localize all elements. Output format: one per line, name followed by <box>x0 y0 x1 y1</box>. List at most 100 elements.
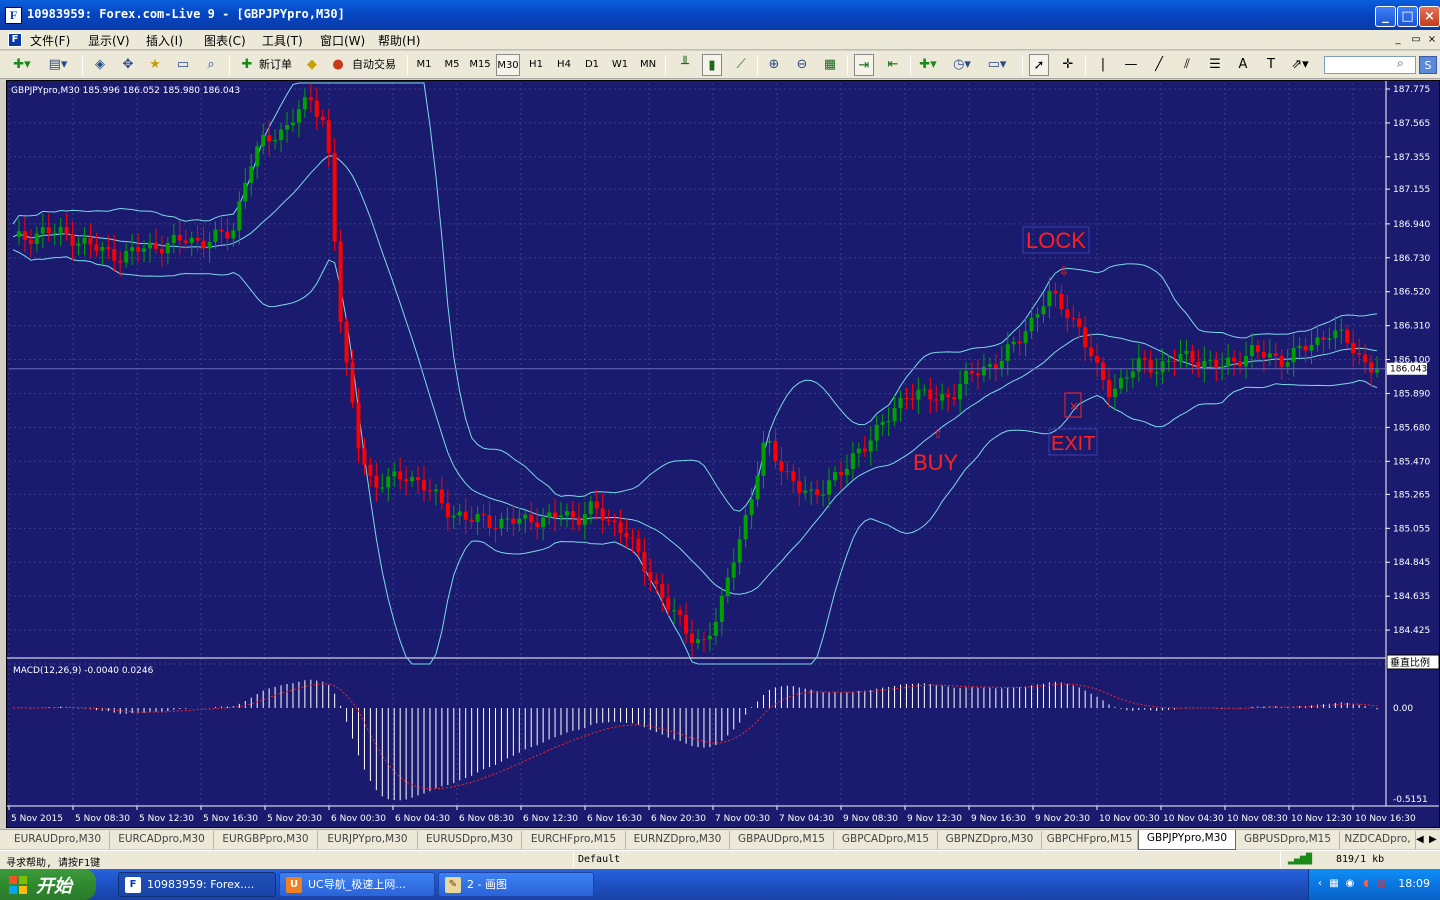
new-order-icon[interactable]: ✚ <box>237 54 257 76</box>
strategy-tester-icon[interactable]: ⌕ <box>201 54 221 76</box>
chart-window[interactable]: 187.775 187.565 187.355 187.155 186.940 186.7… <box>6 80 1440 828</box>
symbol-tab[interactable]: EURCHFpro,M15 <box>522 831 626 849</box>
menu-window[interactable]: 窗口(W) <box>320 32 365 49</box>
candle-body <box>797 480 802 493</box>
mdi-restore-button[interactable]: ▭ <box>1408 33 1424 47</box>
arrows-icon[interactable]: ⇗▾ <box>1290 54 1310 76</box>
notification-icon[interactable]: S <box>1419 56 1437 74</box>
timeframe-d1[interactable]: D1 <box>580 54 604 76</box>
candle-body <box>731 562 736 578</box>
tab-scroll-left-icon[interactable]: ◀ <box>1416 834 1424 845</box>
cursor-icon[interactable]: ➚ <box>1029 54 1049 76</box>
templates-icon[interactable]: ▭▾ <box>987 54 1007 76</box>
candle-body <box>136 247 141 252</box>
symbol-tab[interactable]: GBPCHFpro,M15 <box>1042 831 1138 849</box>
menu-tools[interactable]: 工具(T) <box>262 32 303 49</box>
navigator-icon[interactable]: ★ <box>145 54 165 76</box>
candle-body <box>1107 380 1111 398</box>
candle-body <box>791 471 796 481</box>
symbol-tab[interactable]: EURUSDpro,M30 <box>418 831 522 849</box>
timeframe-w1[interactable]: W1 <box>608 54 632 76</box>
symbol-tab[interactable]: EURJPYpro,M30 <box>318 831 418 849</box>
task-metatrader[interactable]: F 10983959: Forex.... <box>118 872 276 897</box>
start-button[interactable]: 开始 <box>0 869 96 900</box>
tab-scroll-right-icon[interactable]: ▶ <box>1429 834 1437 845</box>
windows-taskbar: 开始 F 10983959: Forex.... U UC导航_极速上网... … <box>0 869 1440 900</box>
symbol-tab[interactable]: GBPJPYpro,M30 <box>1138 830 1236 850</box>
network-icon[interactable]: ◉ <box>1343 877 1357 891</box>
chart-canvas[interactable]: 187.775 187.565 187.355 187.155 186.940 186.7… <box>7 81 1439 827</box>
symbol-tab[interactable]: GBPNZDpro,M30 <box>938 831 1042 849</box>
menu-view[interactable]: 显示(V) <box>88 32 130 49</box>
timeframe-m5[interactable]: M5 <box>440 54 464 76</box>
minimize-button[interactable]: _ <box>1375 6 1396 27</box>
equidistant-channel-icon[interactable]: ⫽ <box>1177 54 1197 76</box>
market-watch-icon[interactable]: ◈ <box>90 54 110 76</box>
timeframe-h1[interactable]: H1 <box>524 54 548 76</box>
candle-body <box>1172 360 1177 362</box>
menu-file[interactable]: 文件(F) <box>30 32 70 49</box>
symbol-tab[interactable]: EURCADpro,M30 <box>110 831 214 849</box>
data-window-icon[interactable]: ✥ <box>118 54 138 76</box>
new-chart-icon[interactable]: ✚▾ <box>12 54 32 76</box>
timeframe-mn[interactable]: MN <box>636 54 660 76</box>
auto-trading-button[interactable]: 自动交易 <box>352 54 396 76</box>
search-icon[interactable]: ⌕ <box>1397 56 1404 71</box>
window-titlebar[interactable]: F 10983959: Forex.com-Live 9 - [GBPJPYpr… <box>0 0 1440 30</box>
tray-expand-icon[interactable]: ‹ <box>1313 877 1327 891</box>
keyboard-icon[interactable]: ▦ <box>1327 877 1341 891</box>
timeframe-m1[interactable]: M1 <box>412 54 436 76</box>
horizontal-line-icon[interactable]: — <box>1121 54 1141 76</box>
trendline-icon[interactable]: ╱ <box>1149 54 1169 76</box>
auto-scroll-icon[interactable]: ⇥ <box>854 54 874 76</box>
fibonacci-icon[interactable]: ☰ <box>1205 54 1225 76</box>
candle-body <box>660 584 665 598</box>
security-icon[interactable]: ▥ <box>1375 877 1389 891</box>
zoom-out-icon[interactable]: ⊖ <box>792 54 812 76</box>
line-chart-icon[interactable]: ⟋ <box>731 54 751 76</box>
exit-cross-icon: × <box>1069 399 1079 413</box>
timeframe-m15[interactable]: M15 <box>468 54 492 76</box>
symbol-tab[interactable]: GBPCADpro,M15 <box>834 831 938 849</box>
vertical-scale-button[interactable]: 垂直比例 <box>1390 656 1430 669</box>
symbol-tab[interactable]: EURAUDpro,M30 <box>6 831 110 849</box>
candlestick-icon[interactable]: ▮ <box>702 54 722 76</box>
candle-body <box>195 237 200 241</box>
symbol-tab[interactable]: EURNZDpro,M30 <box>626 831 730 849</box>
metaeditor-icon[interactable]: ◆ <box>302 54 322 76</box>
new-order-button[interactable]: 新订单 <box>259 54 292 76</box>
menu-charts[interactable]: 图表(C) <box>204 32 246 49</box>
volume-icon[interactable]: ◖ <box>1359 877 1373 891</box>
terminal-icon[interactable]: ▭ <box>173 54 193 76</box>
time-tick-label: 6 Nov 08:30 <box>459 814 514 824</box>
text-label-icon[interactable]: T <box>1261 54 1281 76</box>
task-uc-browser[interactable]: U UC导航_极速上网... <box>279 872 435 897</box>
crosshair-icon[interactable]: ✛ <box>1058 54 1078 76</box>
price-tick-label: 186.730 <box>1393 254 1430 264</box>
zoom-in-icon[interactable]: ⊕ <box>764 54 784 76</box>
close-button[interactable]: × <box>1419 6 1440 27</box>
periods-icon[interactable]: ◷▾ <box>952 54 972 76</box>
task-paint[interactable]: ✎ 2 - 画图 <box>438 872 594 897</box>
maximize-button[interactable]: □ <box>1397 6 1418 27</box>
vertical-line-icon[interactable]: | <box>1093 54 1113 76</box>
mdi-close-button[interactable]: × <box>1424 33 1440 47</box>
auto-trading-icon[interactable]: ● <box>328 54 348 76</box>
chart-shift-icon[interactable]: ⇤ <box>883 54 903 76</box>
symbol-tab[interactable]: EURGBPpro,M30 <box>214 831 318 849</box>
timeframe-h4[interactable]: H4 <box>552 54 576 76</box>
chart-window-icon[interactable]: F <box>8 33 22 47</box>
candle-body <box>964 370 969 385</box>
timeframe-m30[interactable]: M30 <box>496 54 520 76</box>
bar-chart-icon[interactable]: ╨ <box>675 54 695 76</box>
text-icon[interactable]: A <box>1233 54 1253 76</box>
profiles-icon[interactable]: ▤▾ <box>48 54 68 76</box>
menu-help[interactable]: 帮助(H) <box>378 32 420 49</box>
indicators-icon[interactable]: ✚▾ <box>918 54 938 76</box>
mdi-minimize-button[interactable]: _ <box>1390 33 1406 47</box>
symbol-tab[interactable]: GBPAUDpro,M15 <box>730 831 834 849</box>
symbol-tab[interactable]: GBPUSDpro,M15 <box>1236 831 1340 849</box>
menu-insert[interactable]: 插入(I) <box>146 32 183 49</box>
symbol-tab[interactable]: NZDCADpro, <box>1340 831 1416 849</box>
tile-windows-icon[interactable]: ▦ <box>820 54 840 76</box>
